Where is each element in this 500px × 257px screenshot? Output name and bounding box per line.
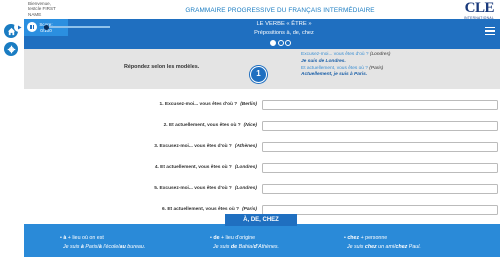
model-city-1: (Londres) xyxy=(369,52,391,57)
grammar-tip-panel: • à + lieu où on est Je suis à Paris/à l… xyxy=(24,224,500,257)
exercise-city: (Berlin) xyxy=(240,102,257,107)
model-city-2: (Paris) xyxy=(369,65,384,71)
answer-input-1[interactable] xyxy=(262,100,498,110)
exercise-prompt: 4. Et actuellement, vous êtes où ? xyxy=(154,165,232,170)
logo-brand: CLE xyxy=(464,0,495,16)
exercise-prompt: 1. Excusez-moi... vous êtes d'où ? xyxy=(159,102,238,107)
model-answer-2: Actuellement, je suis à Paris. xyxy=(301,72,368,78)
left-rail xyxy=(0,0,23,257)
settings-icon[interactable] xyxy=(4,42,18,56)
answer-input-5[interactable] xyxy=(262,184,498,194)
pause-button[interactable] xyxy=(27,22,37,32)
answer-input-4[interactable] xyxy=(262,163,498,173)
user-surname: NAME xyxy=(28,11,42,17)
exercise-prompt: 5. Excusez-moi... vous êtes d'où ? xyxy=(154,186,232,191)
exercise-city: (Paris) xyxy=(242,207,257,212)
exercise-number-badge: 1 xyxy=(250,66,267,83)
exercise-row: 5. Excusez-moi... vous êtes d'où ? (Londr… xyxy=(24,183,500,195)
audio-progress-handle[interactable] xyxy=(44,24,50,30)
hamburger-menu-icon[interactable] xyxy=(485,27,495,37)
exercise-row: 2. Et actuellement, vous êtes où ? (Nice) xyxy=(24,120,500,132)
rule-de: • de + lieu d'origine Je suis de Bahia/d… xyxy=(210,235,280,250)
model-question-2: Et actuellement, vous êtes où ? xyxy=(301,65,368,71)
grammar-tip-tab[interactable]: À, DE, CHEZ xyxy=(225,214,297,226)
lesson-subtitle: Prépositions à, de, chez xyxy=(254,30,314,36)
exercise-prompt: 2. Et actuellement, vous êtes où ? xyxy=(163,123,241,128)
lesson-header-bar: Score: 0/100 LE VERBE « ÊTRE » Prépositi… xyxy=(24,19,500,49)
play-button[interactable] xyxy=(14,22,24,32)
answer-input-2[interactable] xyxy=(262,121,498,131)
exercise-city: (Londres) xyxy=(234,165,257,170)
answer-input-6[interactable] xyxy=(262,205,498,215)
exercise-city: (Nice) xyxy=(243,123,257,128)
rule-a: • à + lieu où on est Je suis à Paris/à l… xyxy=(60,235,146,250)
exercise-row: 3. Excusez-moi... vous êtes d'où ? (Athèn… xyxy=(24,141,500,153)
page-dot-3[interactable] xyxy=(285,40,291,46)
model-example: Excusez-moi... vous êtes d'où ? (Londres… xyxy=(301,52,390,79)
page-dot-2[interactable] xyxy=(277,40,284,46)
answer-input-3[interactable] xyxy=(262,142,498,152)
exercise-prompt: 6. Et actuellement, vous êtes où ? xyxy=(162,207,240,212)
model-answer-1: Je suis de Londres. xyxy=(301,58,346,64)
lesson-title: LE VERBE « ÊTRE » xyxy=(256,21,312,27)
app-title: GRAMMAIRE PROGRESSIVE DU FRANÇAIS INTERM… xyxy=(185,7,375,14)
instructions-text: Répondez selon les modèles. xyxy=(124,64,200,70)
pause-icon xyxy=(30,24,32,30)
exercise-row: 1. Excusez-moi... vous êtes d'où ? (Berli… xyxy=(24,99,500,111)
exercise-row: 4. Et actuellement, vous êtes où ? (Londr… xyxy=(24,162,500,174)
user-welcome: Bienvenue, testcle FIRST NAME xyxy=(28,1,56,17)
cle-logo: CLE INTERNATIONAL xyxy=(464,0,495,21)
exercise-city: (Londres) xyxy=(234,186,257,191)
model-question-1: Excusez-moi... vous êtes d'où ? xyxy=(301,52,369,57)
exercise-city: (Athènes) xyxy=(234,144,257,149)
audio-progress-bar[interactable] xyxy=(44,24,110,30)
page-dots xyxy=(270,40,291,46)
page-dot-1[interactable] xyxy=(270,40,276,46)
exercise-prompt: 3. Excusez-moi... vous êtes d'où ? xyxy=(154,144,232,149)
rule-chez: • chez + personne Je suis chez un ami/ch… xyxy=(344,235,421,250)
play-icon xyxy=(17,25,21,29)
